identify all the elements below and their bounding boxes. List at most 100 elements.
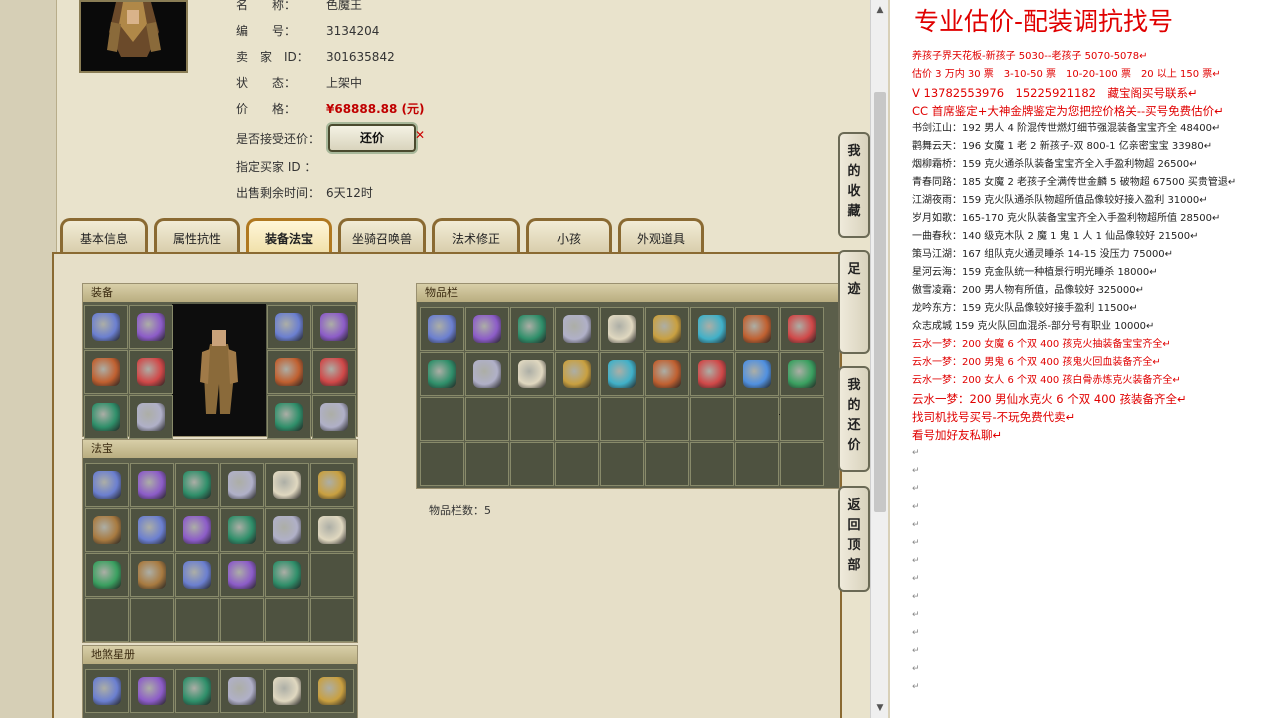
- note-line: 云水一梦：200 男鬼 6 个双 400 孩鬼火回血装备齐全↵: [912, 357, 1161, 368]
- equipment-slot[interactable]: [84, 350, 128, 394]
- treasure-slot[interactable]: [130, 598, 174, 642]
- inventory-slot[interactable]: [735, 352, 779, 396]
- treasure-slot[interactable]: [265, 598, 309, 642]
- tab-appearance[interactable]: 外观道具: [618, 218, 704, 254]
- treasure-slot[interactable]: [310, 508, 354, 552]
- inventory-slot[interactable]: [780, 397, 824, 441]
- treasure-slot[interactable]: [220, 463, 264, 507]
- note-line: 鹳舞云天：196 女魔 1 老 2 新孩子-双 800-1 亿亲密宝宝 3398…: [912, 141, 1213, 152]
- inventory-slot[interactable]: [690, 397, 734, 441]
- equipment-slot[interactable]: [267, 350, 311, 394]
- treasure-slot[interactable]: [175, 463, 219, 507]
- equipment-slot[interactable]: [84, 305, 128, 349]
- back-to-top-button[interactable]: 返回顶部: [838, 486, 870, 592]
- equipment-slot[interactable]: [267, 305, 311, 349]
- equipment-slot[interactable]: [129, 305, 173, 349]
- treasure-slot[interactable]: [265, 463, 309, 507]
- treasure-slot[interactable]: [130, 508, 174, 552]
- star-book-slot[interactable]: [175, 669, 219, 713]
- bargain-button[interactable]: 还价: [328, 124, 416, 152]
- inventory-slot[interactable]: [510, 307, 554, 351]
- inventory-slot[interactable]: [555, 442, 599, 486]
- inventory-item-icon: [698, 360, 726, 388]
- equipment-slot[interactable]: [129, 395, 173, 439]
- treasure-slot[interactable]: [310, 553, 354, 597]
- star-book-slot[interactable]: [310, 669, 354, 713]
- inventory-slot[interactable]: [465, 352, 509, 396]
- equipment-panel-title: 装备: [83, 284, 357, 302]
- inventory-slot[interactable]: [555, 307, 599, 351]
- tab-children[interactable]: 小孩: [526, 218, 612, 254]
- inventory-slot[interactable]: [735, 397, 779, 441]
- inventory-slot[interactable]: [600, 442, 644, 486]
- scroll-up-icon[interactable]: ▲: [874, 4, 886, 16]
- star-book-slot[interactable]: [130, 669, 174, 713]
- inventory-slot[interactable]: [690, 442, 734, 486]
- inventory-slot[interactable]: [780, 352, 824, 396]
- tab-attributes[interactable]: 属性抗性: [154, 218, 240, 254]
- inventory-slot[interactable]: [420, 352, 464, 396]
- scroll-down-icon[interactable]: ▼: [874, 702, 886, 714]
- tab-basic-info[interactable]: 基本信息: [60, 218, 148, 254]
- equipment-slot[interactable]: [129, 350, 173, 394]
- tab-equipment[interactable]: 装备法宝: [246, 218, 332, 254]
- treasure-slot[interactable]: [265, 553, 309, 597]
- treasure-slot[interactable]: [220, 553, 264, 597]
- inventory-slot[interactable]: [690, 307, 734, 351]
- equipment-item-icon: [275, 313, 303, 341]
- treasure-slot[interactable]: [175, 508, 219, 552]
- inventory-slot[interactable]: [465, 397, 509, 441]
- inventory-slot[interactable]: [645, 352, 689, 396]
- treasure-slot[interactable]: [85, 463, 129, 507]
- treasure-slot[interactable]: [175, 598, 219, 642]
- inventory-slot[interactable]: [780, 307, 824, 351]
- equipment-slot[interactable]: [84, 395, 128, 439]
- treasure-slot[interactable]: [220, 598, 264, 642]
- inventory-slot[interactable]: [645, 307, 689, 351]
- treasure-slot[interactable]: [310, 598, 354, 642]
- treasure-slot[interactable]: [265, 508, 309, 552]
- vertical-scrollbar[interactable]: ▲ ▼: [870, 0, 888, 718]
- treasure-slot[interactable]: [175, 553, 219, 597]
- equipment-slot[interactable]: [267, 395, 311, 439]
- treasure-slot[interactable]: [130, 553, 174, 597]
- treasure-slot[interactable]: [85, 598, 129, 642]
- treasure-slot[interactable]: [85, 553, 129, 597]
- inventory-slot[interactable]: [510, 397, 554, 441]
- inventory-slot[interactable]: [735, 307, 779, 351]
- inventory-slot[interactable]: [465, 307, 509, 351]
- inventory-slot[interactable]: [555, 352, 599, 396]
- equipment-slot[interactable]: [312, 395, 356, 439]
- inventory-slot[interactable]: [600, 307, 644, 351]
- inventory-slot[interactable]: [465, 442, 509, 486]
- my-bargains-button[interactable]: 我的还价: [838, 366, 870, 472]
- inventory-slot[interactable]: [420, 307, 464, 351]
- treasure-slot[interactable]: [130, 463, 174, 507]
- star-book-slot[interactable]: [85, 669, 129, 713]
- inventory-slot[interactable]: [600, 397, 644, 441]
- star-book-slot[interactable]: [220, 669, 264, 713]
- treasure-slot[interactable]: [310, 463, 354, 507]
- inventory-slot[interactable]: [510, 352, 554, 396]
- inventory-slot[interactable]: [420, 397, 464, 441]
- inventory-slot[interactable]: [645, 397, 689, 441]
- tab-spell-correction[interactable]: 法术修正: [432, 218, 520, 254]
- my-favorites-button[interactable]: 我的收藏: [838, 132, 870, 238]
- treasure-slot[interactable]: [85, 508, 129, 552]
- inventory-slot[interactable]: [645, 442, 689, 486]
- inventory-slot[interactable]: [510, 442, 554, 486]
- inventory-slot[interactable]: [420, 442, 464, 486]
- equipment-slot[interactable]: [312, 350, 356, 394]
- tab-mounts-pets[interactable]: 坐骑召唤兽: [338, 218, 426, 254]
- close-icon[interactable]: ✕: [415, 128, 425, 142]
- footprint-button[interactable]: 足迹: [838, 250, 870, 354]
- inventory-slot[interactable]: [690, 352, 734, 396]
- star-book-slot[interactable]: [265, 669, 309, 713]
- equipment-slot[interactable]: [312, 305, 356, 349]
- inventory-slot[interactable]: [735, 442, 779, 486]
- inventory-slot[interactable]: [555, 397, 599, 441]
- treasure-slot[interactable]: [220, 508, 264, 552]
- scrollbar-thumb[interactable]: [874, 92, 886, 512]
- inventory-slot[interactable]: [780, 442, 824, 486]
- inventory-slot[interactable]: [600, 352, 644, 396]
